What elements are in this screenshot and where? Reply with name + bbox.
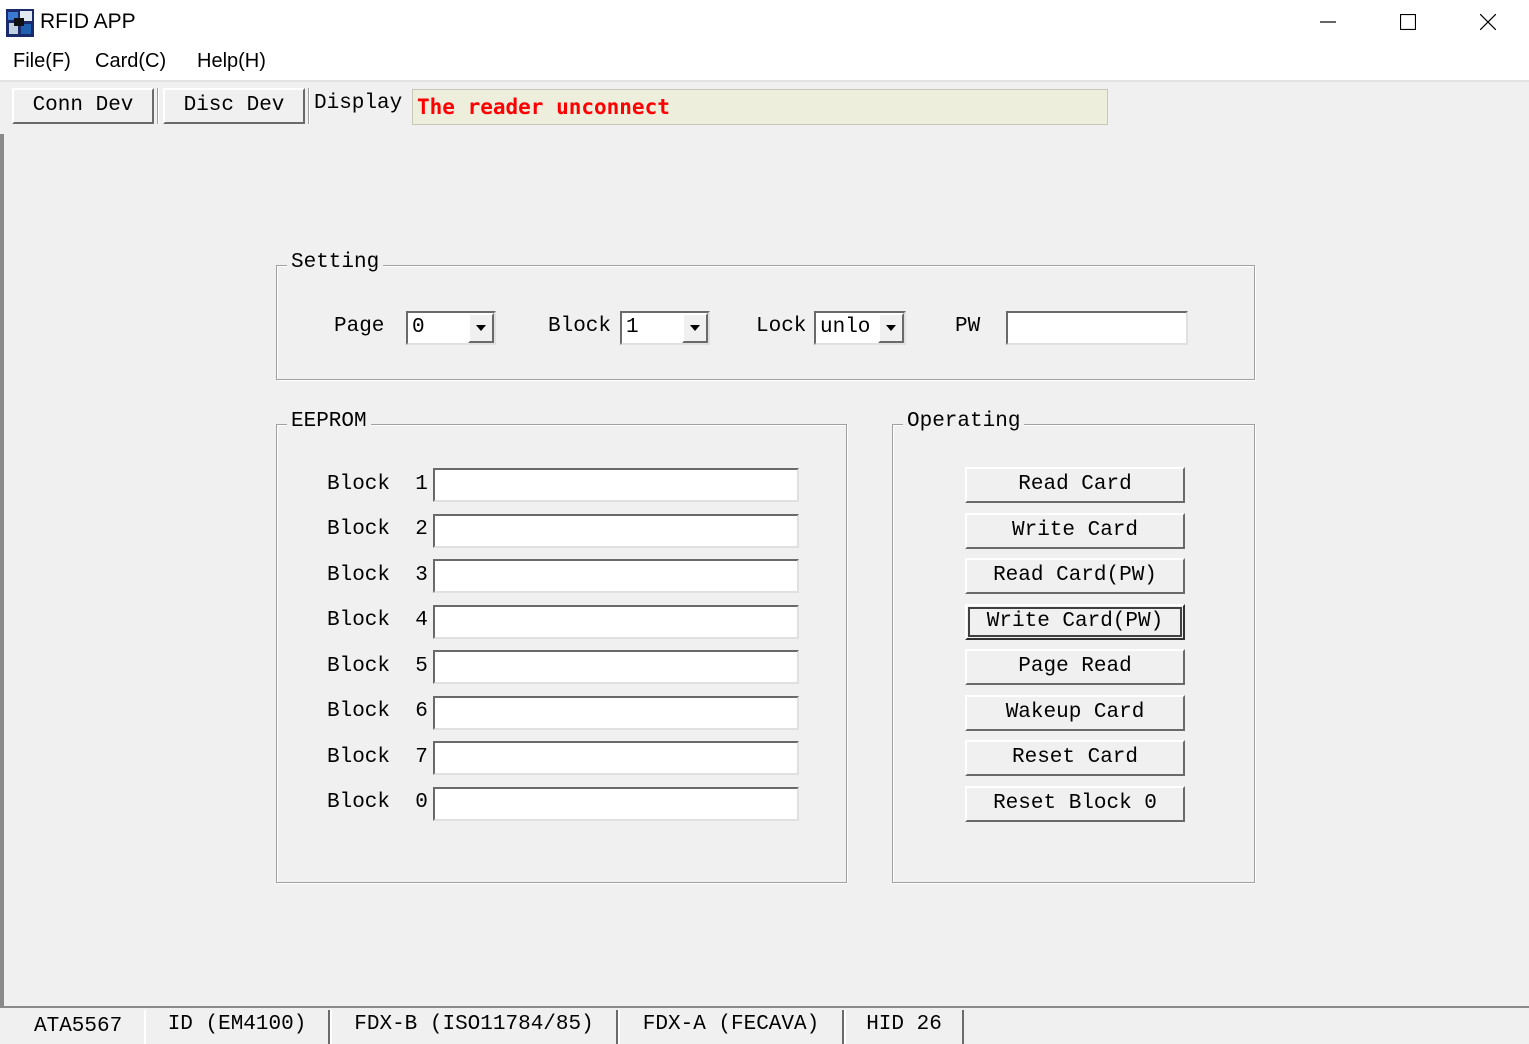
menu-file[interactable]: File(F) [13,50,71,73]
maximize-button[interactable] [1368,0,1448,44]
write-card-pw-button[interactable]: Write Card(PW) [965,604,1185,640]
block-7-label: Block 7 [327,746,428,769]
block-4-field[interactable] [433,605,799,639]
chevron-down-icon[interactable] [468,313,494,343]
write-card-button[interactable]: Write Card [965,513,1185,549]
read-card-pw-button[interactable]: Read Card(PW) [965,558,1185,594]
rfid-app-icon [6,9,34,37]
eeprom-legend: EEPROM [287,409,371,435]
chevron-down-icon[interactable] [682,313,708,343]
tab-fdx-a[interactable]: FDX-A (FECAVA) [618,1010,844,1044]
toolbar-separator [308,88,310,124]
pw-field[interactable] [1006,311,1188,345]
eeprom-group: EEPROM Block 1 Block 2 Block 3 Block 4 B… [276,409,847,883]
operating-group: Operating Read Card Write Card Read Card… [892,409,1255,883]
tab-fdx-b[interactable]: FDX-B (ISO11784/85) [330,1010,618,1044]
block-5-field[interactable] [433,650,799,684]
tab-hid-26[interactable]: HID 26 [844,1010,964,1044]
pw-label: PW [955,315,981,338]
toolbar: Conn Dev Disc Dev Display The reader unc… [0,82,1529,136]
lock-select[interactable]: unlo [814,311,906,345]
page-select-value: 0 [412,316,425,339]
block-1-field[interactable] [433,468,799,502]
lock-label: Lock [756,315,807,338]
menu-bar: File(F) Card(C) Help(H) [0,44,1529,82]
block-select-value: 1 [626,316,639,339]
page-label: Page [334,315,385,338]
block-0-field[interactable] [433,787,799,821]
page-read-button[interactable]: Page Read [965,649,1185,685]
block-select[interactable]: 1 [620,311,710,345]
block-2-label: Block 2 [327,518,428,541]
block-2-field[interactable] [433,514,799,548]
close-icon [1480,14,1496,30]
lock-select-value: unlo [820,316,871,339]
read-card-button[interactable]: Read Card [965,467,1185,503]
wakeup-card-button[interactable]: Wakeup Card [965,695,1185,731]
chevron-down-icon[interactable] [878,313,904,343]
toolbar-separator [157,88,159,124]
status-display: The reader unconnect [412,89,1108,125]
block-5-label: Block 5 [327,655,428,678]
window-title: RFID APP [40,10,136,33]
maximize-icon [1400,14,1416,30]
minimize-button[interactable] [1288,0,1368,44]
menu-card[interactable]: Card(C) [95,50,166,73]
block-6-label: Block 6 [327,700,428,723]
menu-help[interactable]: Help(H) [197,50,266,73]
display-label: Display [314,92,403,115]
tab-ata5567[interactable]: ATA5567 [34,1012,142,1044]
title-bar: RFID APP [0,0,1529,44]
block-1-label: Block 1 [327,473,428,496]
minimize-icon [1320,14,1336,30]
conn-dev-button[interactable]: Conn Dev [12,88,154,124]
reset-block-0-button[interactable]: Reset Block 0 [965,786,1185,822]
page-select[interactable]: 0 [406,311,496,345]
tab-strip: ATA5567 ID (EM4100) FDX-B (ISO11784/85) … [0,1006,1529,1044]
setting-group: Setting Page 0 Block 1 Lock unlo PW [276,250,1255,380]
setting-legend: Setting [287,250,384,276]
operating-legend: Operating [903,409,1025,435]
block-3-label: Block 3 [327,564,428,587]
reset-card-button[interactable]: Reset Card [965,740,1185,776]
block-label: Block [548,315,612,338]
block-0-label: Block 0 [327,791,428,814]
main-panel: Setting Page 0 Block 1 Lock unlo PW EEPR… [0,134,1529,1006]
block-4-label: Block 4 [327,609,428,632]
block-3-field[interactable] [433,559,799,593]
block-6-field[interactable] [433,696,799,730]
tab-id-em4100[interactable]: ID (EM4100) [144,1010,330,1044]
block-7-field[interactable] [433,741,799,775]
disc-dev-button[interactable]: Disc Dev [163,88,305,124]
close-button[interactable] [1448,0,1528,44]
